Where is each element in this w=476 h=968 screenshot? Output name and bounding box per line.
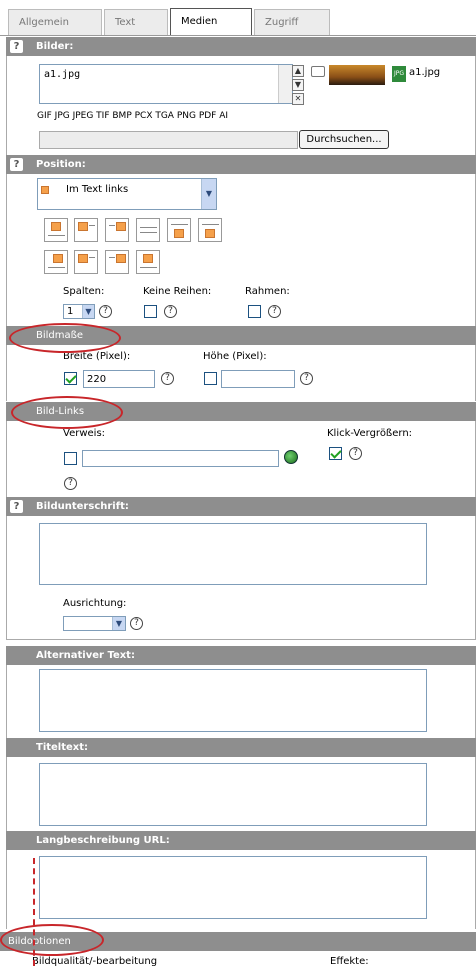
breite-checkbox[interactable]	[64, 372, 77, 385]
panel-bild-links: Verweis: ? Klick-Vergrößern: ?	[6, 421, 476, 497]
panel-alternativer-text	[6, 665, 476, 738]
annotation-oval-bildoptionen	[0, 924, 104, 956]
section-header-bilder: ? Bilder:	[6, 37, 476, 56]
verweis-input[interactable]	[82, 450, 279, 467]
bildunterschrift-textarea[interactable]	[39, 523, 427, 585]
help-icon[interactable]: ?	[300, 372, 313, 385]
layout-option-9[interactable]	[105, 250, 129, 274]
file-list-scrollbar[interactable]	[278, 65, 292, 103]
layout-option-2[interactable]	[74, 218, 98, 242]
move-down-button[interactable]: ▼	[292, 79, 304, 91]
globe-link-icon[interactable]	[284, 450, 298, 464]
panel-bildmasse: Breite (Pixel): 220 ? Höhe (Pixel): ?	[6, 345, 476, 401]
tab-bar: Allgemein Text Medien Zugriff	[0, 0, 476, 36]
supported-formats: GIF JPG JPEG TIF BMP PCX TGA PNG PDF AI	[37, 111, 229, 121]
file-list-item[interactable]: a1.jpg	[44, 69, 80, 80]
help-icon[interactable]: ?	[10, 500, 23, 513]
help-icon[interactable]: ?	[99, 305, 112, 318]
section-title: Titeltext:	[36, 742, 89, 753]
ausrichtung-label: Ausrichtung:	[63, 598, 127, 609]
tab-divider	[0, 35, 476, 36]
help-icon[interactable]: ?	[268, 305, 281, 318]
effekte-label: Effekte:	[330, 956, 369, 967]
move-up-button[interactable]: ▲	[292, 65, 304, 77]
section-title: Bilder:	[36, 41, 74, 52]
verweis-checkbox[interactable]	[64, 452, 77, 465]
ausrichtung-select[interactable]: ▼	[63, 616, 126, 631]
layout-preview-icon	[39, 182, 61, 206]
position-select[interactable]: Im Text links ▼	[37, 178, 217, 210]
panel-bilder: a1.jpg ▲ ▼ ✕ JPG a1.jpg GIF JPG JPEG TIF…	[6, 56, 476, 155]
layout-option-3[interactable]	[105, 218, 129, 242]
hoehe-label: Höhe (Pixel):	[203, 351, 267, 362]
tab-text[interactable]: Text	[104, 9, 168, 35]
section-title: Position:	[36, 159, 86, 170]
panel-langbeschreibung	[6, 850, 476, 929]
help-icon[interactable]: ?	[64, 477, 77, 490]
panel-bildunterschrift: Ausrichtung: ▼ ?	[6, 516, 476, 640]
tab-zugriff[interactable]: Zugriff	[254, 9, 330, 35]
breite-input[interactable]: 220	[83, 370, 155, 388]
annotation-dashed-line	[33, 858, 35, 966]
klick-vergroessern-checkbox[interactable]	[329, 447, 342, 460]
delete-button[interactable]: ✕	[292, 93, 304, 105]
help-icon[interactable]: ?	[10, 40, 23, 53]
klick-vergroessern-label: Klick-Vergrößern:	[327, 428, 413, 439]
langbeschreibung-textarea[interactable]	[39, 856, 427, 919]
layout-option-8[interactable]	[74, 250, 98, 274]
help-icon[interactable]: ?	[10, 158, 23, 171]
section-header-langbeschreibung: Langbeschreibung URL:	[6, 831, 476, 850]
spalten-select[interactable]: 1 ▼	[63, 304, 95, 319]
file-name-label: a1.jpg	[409, 67, 441, 78]
breite-value: 220	[87, 374, 107, 385]
file-path-input[interactable]	[39, 131, 298, 149]
tab-medien[interactable]: Medien	[170, 8, 252, 36]
alternativer-text-textarea[interactable]	[39, 669, 427, 732]
spalten-label: Spalten:	[63, 286, 105, 297]
tab-allgemein[interactable]: Allgemein	[8, 9, 102, 35]
rahmen-checkbox[interactable]	[248, 305, 261, 318]
section-title: Langbeschreibung URL:	[36, 835, 170, 846]
chevron-down-icon[interactable]: ▼	[201, 179, 216, 209]
folder-icon[interactable]	[311, 66, 325, 77]
section-header-titeltext: Titeltext:	[6, 738, 476, 757]
spalten-value: 1	[67, 306, 74, 317]
titeltext-textarea[interactable]	[39, 763, 427, 826]
chevron-down-icon[interactable]: ▼	[82, 305, 94, 318]
file-list[interactable]: a1.jpg	[39, 64, 293, 104]
keine-reihen-label: Keine Reihen:	[143, 286, 212, 297]
section-title: Alternativer Text:	[36, 650, 135, 661]
chevron-down-icon[interactable]: ▼	[112, 617, 125, 630]
help-icon[interactable]: ?	[161, 372, 174, 385]
browse-button[interactable]: Durchsuchen...	[299, 130, 389, 149]
layout-option-5[interactable]	[167, 218, 191, 242]
layout-option-6[interactable]	[198, 218, 222, 242]
jpg-file-icon: JPG	[392, 66, 406, 82]
panel-position: Im Text links ▼ Spalten: 1 ▼ ? Keine Rei…	[6, 174, 476, 326]
image-thumbnail[interactable]	[329, 65, 385, 85]
annotation-oval-bild-links	[11, 396, 123, 429]
section-header-alternativer-text: Alternativer Text:	[6, 646, 476, 665]
layout-option-7[interactable]	[44, 250, 68, 274]
section-title: Bildunterschrift:	[36, 501, 129, 512]
verweis-label: Verweis:	[63, 428, 106, 439]
help-icon[interactable]: ?	[164, 305, 177, 318]
hoehe-checkbox[interactable]	[204, 372, 217, 385]
help-icon[interactable]: ?	[349, 447, 362, 460]
rahmen-label: Rahmen:	[245, 286, 290, 297]
section-header-position: ? Position:	[6, 155, 476, 174]
layout-option-10[interactable]	[136, 250, 160, 274]
annotation-oval-bildmasse	[9, 323, 121, 353]
layout-option-1[interactable]	[44, 218, 68, 242]
panel-titeltext	[6, 757, 476, 831]
hoehe-input[interactable]	[221, 370, 295, 388]
position-select-value: Im Text links	[66, 184, 129, 195]
help-icon[interactable]: ?	[130, 617, 143, 630]
bildqualitaet-label: Bildqualität/-bearbeitung	[32, 956, 158, 967]
keine-reihen-checkbox[interactable]	[144, 305, 157, 318]
layout-option-4[interactable]	[136, 218, 160, 242]
section-header-bildunterschrift: ? Bildunterschrift:	[6, 497, 476, 516]
